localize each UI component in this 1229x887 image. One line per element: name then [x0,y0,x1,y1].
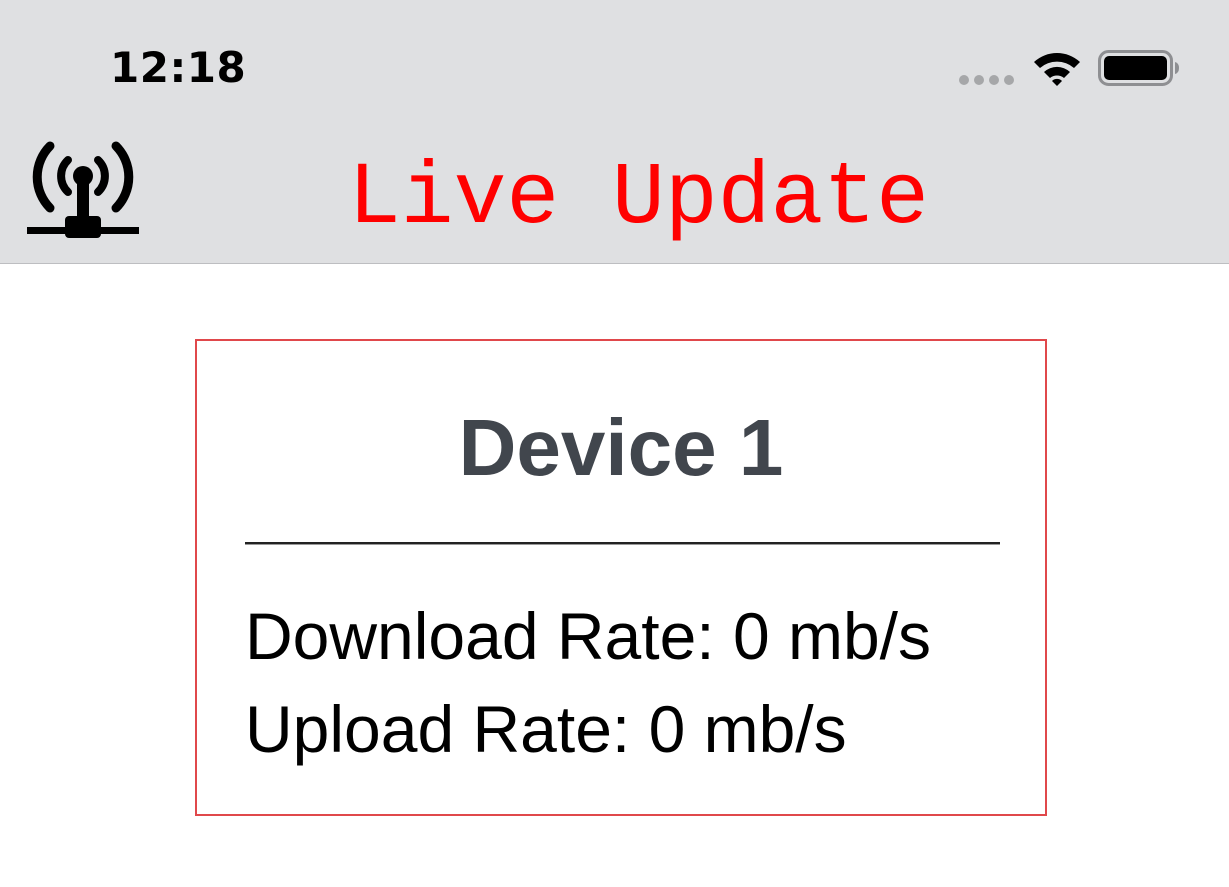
device-name: Device 1 [458,403,784,492]
page-title: Live Update [348,150,929,249]
broadcast-antenna-icon [27,141,139,238]
wifi-icon [1034,53,1080,86]
upload-rate-text: Upload Rate: 0 mb/s [245,692,847,766]
top-bar: 12:18 Live Update [0,0,1229,264]
cellular-signal-dots-icon [959,75,1014,85]
download-rate-text: Download Rate: 0 mb/s [245,599,932,673]
battery-icon [1098,50,1179,86]
card-divider [245,542,1000,545]
device-card: Device 1 Download Rate: 0 mb/s Upload Ra… [195,339,1047,816]
status-time: 12:18 [110,43,247,92]
